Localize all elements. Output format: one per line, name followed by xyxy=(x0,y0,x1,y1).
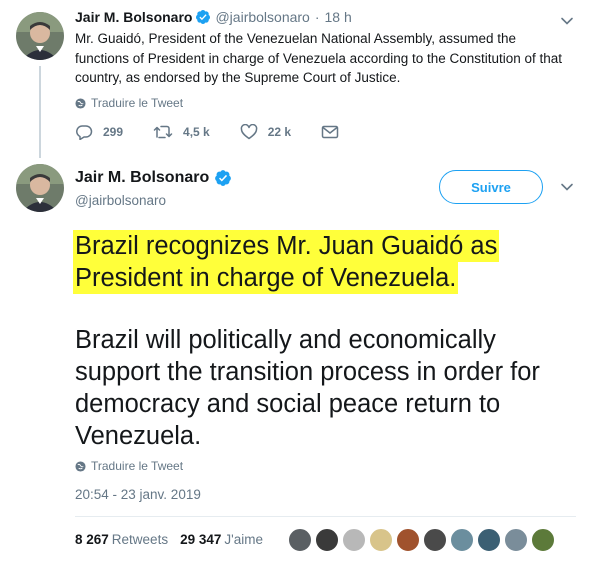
message-button[interactable] xyxy=(321,124,349,140)
chevron-down-icon[interactable] xyxy=(560,180,574,194)
reply-text: Mr. Guaidó, President of the Venezuelan … xyxy=(75,31,563,85)
likes-label[interactable]: J'aime xyxy=(224,532,263,547)
translate-link[interactable]: Traduire le Tweet xyxy=(75,459,183,473)
envelope-icon xyxy=(321,125,339,139)
liker-avatar[interactable] xyxy=(477,528,501,552)
globe-icon xyxy=(75,97,86,109)
liker-avatars xyxy=(288,528,558,552)
divider xyxy=(75,516,576,517)
globe-icon xyxy=(75,460,86,472)
avatar[interactable] xyxy=(16,164,64,212)
tweet-text-highlighted: Brazil recognizes Mr. Juan Guaidó as Pre… xyxy=(75,230,580,294)
translate-link[interactable]: Traduire le Tweet xyxy=(75,96,183,110)
tweet-timestamp[interactable]: 20:54 - 23 janv. 2019 xyxy=(75,487,201,502)
highlighted-line: President in charge of Venezuela. xyxy=(75,264,457,292)
like-button[interactable]: 22 k xyxy=(240,124,291,140)
liker-avatar[interactable] xyxy=(396,528,420,552)
reply-button[interactable]: 299 xyxy=(75,124,123,140)
liker-avatar[interactable] xyxy=(423,528,447,552)
author-handle[interactable]: @jairbolsonaro xyxy=(75,193,166,208)
liker-avatar[interactable] xyxy=(504,528,528,552)
tweet-actions: 299 4,5 k 22 k xyxy=(75,124,379,140)
retweets-label[interactable]: Retweets xyxy=(112,532,168,547)
liker-avatar[interactable] xyxy=(450,528,474,552)
reply-header: Jair M. Bolsonaro @jairbolsonaro · 18 h xyxy=(75,9,352,25)
liker-avatar[interactable] xyxy=(369,528,393,552)
avatar[interactable] xyxy=(16,12,64,60)
tweet-text-paragraph: Brazil will politically and economically… xyxy=(75,326,540,450)
author-handle[interactable]: @jairbolsonaro xyxy=(215,9,309,25)
highlighted-line: Brazil recognizes Mr. Juan Guaidó as xyxy=(75,232,498,260)
heart-icon xyxy=(240,124,258,140)
author-name[interactable]: Jair M. Bolsonaro xyxy=(75,169,209,187)
retweet-button[interactable]: 4,5 k xyxy=(153,124,210,140)
author-name[interactable]: Jair M. Bolsonaro xyxy=(75,9,192,25)
liker-avatar[interactable] xyxy=(288,528,312,552)
translate-label: Traduire le Tweet xyxy=(91,96,184,110)
retweet-icon xyxy=(153,125,173,139)
follow-button[interactable]: Suivre xyxy=(439,170,543,204)
retweet-count: 4,5 k xyxy=(183,125,210,139)
thread-line xyxy=(39,66,41,158)
chevron-down-icon[interactable] xyxy=(560,14,574,28)
translate-label: Traduire le Tweet xyxy=(91,459,184,473)
likes-value[interactable]: 29 347 xyxy=(180,532,221,547)
tweet-stats: 8 267 Retweets 29 347 J'aime xyxy=(75,532,275,547)
separator: · xyxy=(314,9,320,25)
reply-count: 299 xyxy=(103,125,124,139)
liker-avatar[interactable] xyxy=(342,528,366,552)
like-count: 22 k xyxy=(267,125,292,139)
liker-avatar[interactable] xyxy=(315,528,339,552)
reply-icon xyxy=(76,125,93,140)
verified-icon xyxy=(215,170,232,186)
liker-avatar[interactable] xyxy=(531,528,555,552)
author-name-row: Jair M. Bolsonaro xyxy=(75,169,236,187)
tweet-time[interactable]: 18 h xyxy=(325,9,352,25)
verified-icon xyxy=(196,10,211,24)
retweets-value[interactable]: 8 267 xyxy=(75,532,109,547)
